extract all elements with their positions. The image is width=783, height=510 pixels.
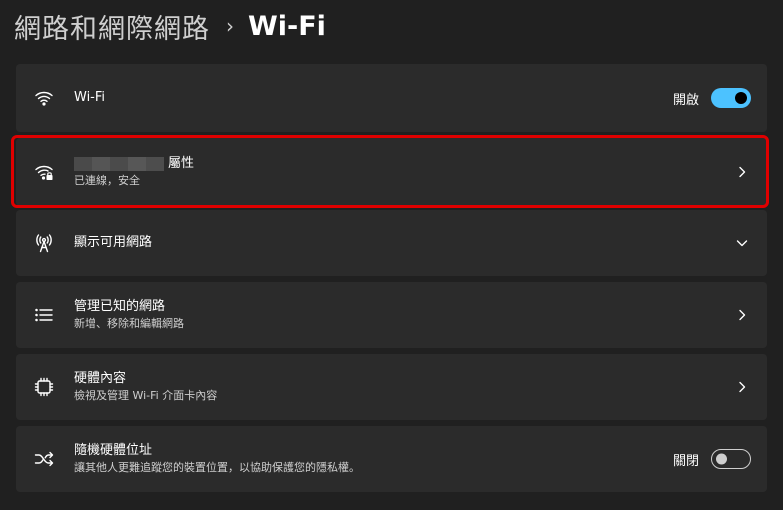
properties-title: 屬性 — [168, 156, 195, 171]
manage-known-networks-card[interactable]: 管理已知的網路 新增、移除和編輯網路 — [16, 282, 767, 348]
chevron-right-icon — [735, 308, 749, 322]
wifi-toggle-card[interactable]: Wi-Fi 開啟 — [16, 64, 767, 132]
chevron-right-icon — [735, 165, 749, 179]
list-icon — [34, 305, 54, 325]
random-address-toggle-state-label: 關閉 — [672, 453, 699, 469]
breadcrumb-separator: › — [226, 14, 234, 38]
breadcrumb: 網路和網際網路 › Wi-Fi — [14, 6, 326, 46]
shuffle-icon — [34, 449, 54, 469]
show-available-networks-card[interactable]: 顯示可用網路 — [16, 210, 767, 276]
manage-known-networks-subtitle: 新增、移除和編輯網路 — [74, 317, 184, 330]
toggle-knob — [716, 453, 727, 465]
random-hardware-address-title: 隨機硬體位址 — [74, 443, 153, 458]
manage-known-networks-title: 管理已知的網路 — [74, 299, 166, 314]
show-available-networks-title: 顯示可用網路 — [74, 235, 153, 250]
wifi-toggle-switch[interactable] — [711, 88, 751, 108]
chevron-down-icon[interactable] — [735, 236, 749, 250]
wifi-settings-page: 網路和網際網路 › Wi-Fi Wi-Fi 開啟 屬性 已連線，安全 顯示可用網… — [0, 0, 783, 510]
random-hardware-address-card[interactable]: 隨機硬體位址 讓其他人更難追蹤您的裝置位置，以協助保護您的隱私權。 關閉 — [16, 426, 767, 492]
chevron-right-icon — [735, 380, 749, 394]
breadcrumb-parent-link[interactable]: 網路和網際網路 — [14, 7, 210, 46]
antenna-icon — [34, 233, 54, 253]
chip-icon — [34, 377, 54, 397]
page-title: Wi-Fi — [248, 10, 326, 42]
wifi-title: Wi-Fi — [74, 90, 106, 105]
hardware-properties-title: 硬體內容 — [74, 371, 127, 386]
random-address-toggle-switch[interactable] — [711, 449, 751, 469]
redacted-network-name — [74, 157, 164, 171]
toggle-knob — [735, 92, 747, 104]
hardware-properties-subtitle: 檢視及管理 Wi-Fi 介面卡內容 — [74, 389, 218, 402]
network-properties-card[interactable]: 屬性 已連線，安全 — [16, 138, 767, 206]
connection-status: 已連線，安全 — [74, 174, 140, 187]
hardware-properties-card[interactable]: 硬體內容 檢視及管理 Wi-Fi 介面卡內容 — [16, 354, 767, 420]
wifi-lock-icon — [34, 162, 54, 182]
wifi-icon — [34, 88, 54, 108]
wifi-toggle-state-label: 開啟 — [672, 92, 699, 108]
random-hardware-address-subtitle: 讓其他人更難追蹤您的裝置位置，以協助保護您的隱私權。 — [74, 461, 360, 474]
